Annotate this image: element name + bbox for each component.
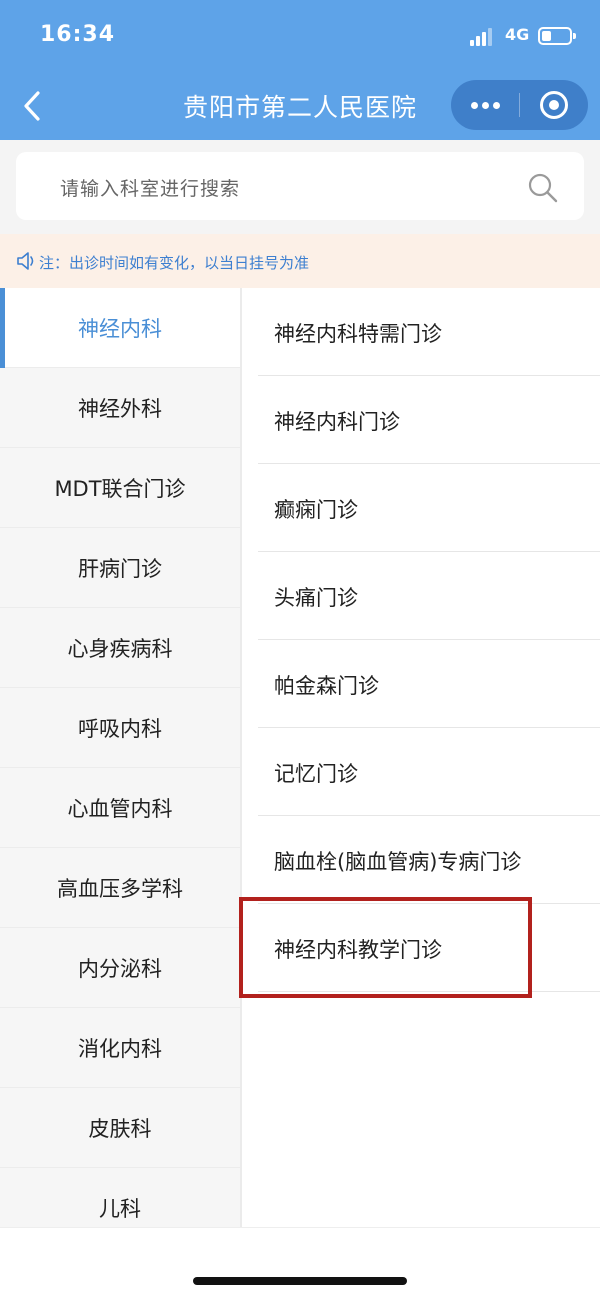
dept-item[interactable]: 神经外科	[0, 368, 240, 448]
clinic-item[interactable]: 神经内科门诊	[258, 376, 600, 464]
dept-item-label: 神经内科	[78, 316, 162, 341]
dept-item-label: 心血管内科	[67, 796, 173, 821]
clinic-item-label: 脑血栓(脑血管病)专病门诊	[274, 850, 522, 874]
clinic-item[interactable]: 脑血栓(脑血管病)专病门诊	[258, 816, 600, 904]
dept-item[interactable]: 呼吸内科	[0, 688, 240, 768]
dept-item[interactable]: 皮肤科	[0, 1088, 240, 1168]
dept-item-neurology[interactable]: 神经内科	[0, 288, 240, 368]
bottom-area	[0, 1227, 600, 1299]
status-time: 16:34	[40, 22, 116, 47]
dept-item-label: 呼吸内科	[78, 716, 162, 741]
dept-item-label: 神经外科	[78, 396, 162, 421]
highlight-annotation	[239, 897, 532, 998]
dept-item-label: 心身疾病科	[67, 636, 173, 661]
dept-item[interactable]: 心身疾病科	[0, 608, 240, 688]
search-icon[interactable]	[527, 172, 559, 204]
dept-item-label: 肝病门诊	[78, 556, 162, 581]
clinic-item-label: 神经内科门诊	[274, 410, 400, 434]
notice-bar: 注：出诊时间如有变化，以当日挂号为准	[0, 234, 600, 288]
department-list: 神经内科 神经外科 MDT联合门诊 肝病门诊 心身疾病科 呼吸内科 心血管内科 …	[0, 288, 240, 1288]
clinic-item-label: 癫痫门诊	[274, 498, 358, 522]
search-placeholder: 请输入科室进行搜索	[60, 178, 241, 200]
clinic-item-label: 帕金森门诊	[274, 674, 379, 698]
dept-item[interactable]: MDT联合门诊	[0, 448, 240, 528]
clinic-item[interactable]: 癫痫门诊	[258, 464, 600, 552]
dept-item[interactable]: 高血压多学科	[0, 848, 240, 928]
clinic-item[interactable]: 神经内科特需门诊	[258, 288, 600, 376]
dept-item-label: 消化内科	[78, 1036, 162, 1061]
active-indicator	[0, 288, 5, 368]
dept-item[interactable]: 心血管内科	[0, 768, 240, 848]
close-button[interactable]	[520, 80, 588, 130]
clinic-item-label: 记忆门诊	[274, 762, 358, 786]
signal-icon	[470, 28, 496, 46]
dept-item-label: 高血压多学科	[57, 876, 183, 901]
clinic-item-label: 头痛门诊	[274, 586, 358, 610]
notice-text: 注：出诊时间如有变化，以当日挂号为准	[39, 254, 310, 272]
battery-icon	[538, 27, 576, 45]
more-button[interactable]	[451, 80, 519, 130]
clinic-item[interactable]: 记忆门诊	[258, 728, 600, 816]
network-type: 4G	[505, 25, 530, 44]
clinic-item[interactable]: 帕金森门诊	[258, 640, 600, 728]
mini-program-capsule	[451, 80, 588, 130]
top-bar: 16:34 4G 贵阳市第二人民医院	[0, 0, 600, 140]
home-indicator[interactable]	[193, 1277, 407, 1285]
search-area: 请输入科室进行搜索	[0, 140, 600, 234]
panel-divider	[240, 288, 242, 1228]
dept-item-label: MDT联合门诊	[54, 476, 186, 501]
dept-item-label: 皮肤科	[88, 1116, 152, 1141]
dept-item-label: 儿科	[99, 1196, 141, 1221]
clinic-item-label: 神经内科特需门诊	[274, 322, 442, 346]
dept-item-label: 内分泌科	[78, 956, 162, 981]
dept-item[interactable]: 消化内科	[0, 1008, 240, 1088]
dept-item[interactable]: 肝病门诊	[0, 528, 240, 608]
dept-item[interactable]: 内分泌科	[0, 928, 240, 1008]
clinic-item[interactable]: 头痛门诊	[258, 552, 600, 640]
speaker-icon	[17, 252, 34, 270]
search-input[interactable]: 请输入科室进行搜索	[16, 152, 584, 220]
